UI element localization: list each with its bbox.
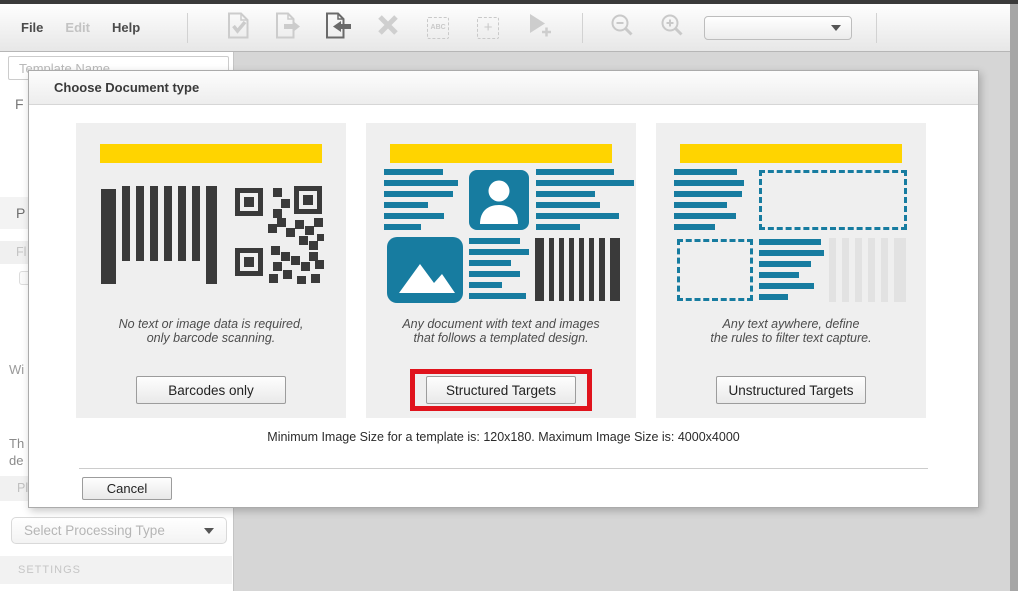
unstructured-card-art [674, 169, 908, 305]
settings-section-header: SETTINGS [0, 556, 232, 584]
document-check-icon [227, 12, 250, 44]
zoom-out-icon [610, 13, 634, 42]
plus-dashed-box-icon: + [477, 17, 499, 39]
dialog-divider [79, 468, 928, 469]
dashed-region-graphic [759, 170, 907, 230]
unstructured-targets-card: Any text aywhere, define the rules to fi… [656, 123, 926, 418]
zoom-level-select[interactable] [704, 16, 852, 40]
text-lines-graphic [759, 239, 824, 305]
barcode-graphic [535, 238, 620, 301]
image-size-note: Minimum Image Size for a template is: 12… [29, 430, 978, 444]
structured-card-art [384, 169, 618, 305]
qr-code-graphic [235, 186, 324, 289]
sidebar-description-text: Th [9, 436, 24, 451]
barcodes-only-card: No text or image data is required, only … [76, 123, 346, 418]
close-x-icon [376, 13, 400, 42]
menu-file[interactable]: File [10, 20, 54, 35]
abc-dashed-box-icon: ABC [427, 17, 449, 39]
person-avatar-icon [469, 170, 529, 230]
menu-toolbar: File Edit Help ABC + [0, 4, 1010, 52]
sidebar-field-label: Wi [9, 362, 24, 377]
dashed-region-graphic [677, 239, 753, 301]
document-arrow-left-icon [325, 12, 352, 44]
window-top-strip [0, 0, 1018, 4]
toolbar-separator [582, 13, 583, 43]
unstructured-targets-button[interactable]: Unstructured Targets [716, 376, 866, 404]
chevron-down-icon [831, 25, 841, 31]
barcode-card-art [94, 169, 328, 305]
import-document-button[interactable] [326, 13, 350, 43]
app-window: File Edit Help ABC + [0, 0, 1018, 591]
dialog-title: Choose Document type [29, 71, 978, 105]
structured-targets-card: Any document with text and images that f… [366, 123, 636, 418]
zoom-in-button[interactable] [660, 13, 684, 43]
document-arrow-right-icon [275, 12, 301, 44]
zoom-in-icon [660, 13, 684, 42]
yellow-header-bar-graphic [680, 144, 902, 163]
barcode-graphic [101, 186, 217, 284]
processing-type-select[interactable]: Select Processing Type [11, 517, 227, 544]
menu-edit[interactable]: Edit [54, 20, 101, 35]
export-document-button[interactable] [276, 13, 300, 43]
card-caption: Any document with text and images that f… [366, 317, 636, 345]
faint-barcode-graphic [829, 238, 906, 302]
choose-document-type-dialog: Choose Document type [28, 70, 979, 508]
chevron-down-icon [204, 528, 214, 534]
card-caption: No text or image data is required, only … [76, 317, 346, 345]
add-pointer-target-button[interactable] [526, 13, 550, 43]
yellow-header-bar-graphic [100, 144, 322, 163]
zoom-out-button[interactable] [610, 13, 634, 43]
cancel-button[interactable]: Cancel [82, 477, 172, 500]
sidebar-section-label: F [15, 96, 24, 112]
text-lines-graphic [536, 169, 634, 235]
add-region-button[interactable]: + [476, 13, 500, 43]
barcodes-only-button[interactable]: Barcodes only [136, 376, 286, 404]
structured-targets-button[interactable]: Structured Targets [426, 376, 576, 404]
processing-type-placeholder: Select Processing Type [24, 523, 165, 538]
toolbar-separator [876, 13, 877, 43]
text-lines-graphic [674, 169, 744, 235]
window-right-strip [1010, 4, 1018, 591]
validate-document-button[interactable] [226, 13, 250, 43]
red-highlight-box: Structured Targets [410, 369, 592, 411]
pointer-plus-icon [524, 12, 552, 43]
yellow-header-bar-graphic [390, 144, 612, 163]
delete-button[interactable] [376, 13, 400, 43]
card-caption: Any text aywhere, define the rules to fi… [656, 317, 926, 345]
image-mountains-icon [387, 237, 463, 303]
text-lines-graphic [469, 238, 529, 304]
sidebar-description-text: de [9, 453, 23, 468]
text-capture-region-button[interactable]: ABC [426, 13, 450, 43]
menu-help[interactable]: Help [101, 20, 151, 35]
text-lines-graphic [384, 169, 459, 235]
toolbar-separator [187, 13, 188, 43]
